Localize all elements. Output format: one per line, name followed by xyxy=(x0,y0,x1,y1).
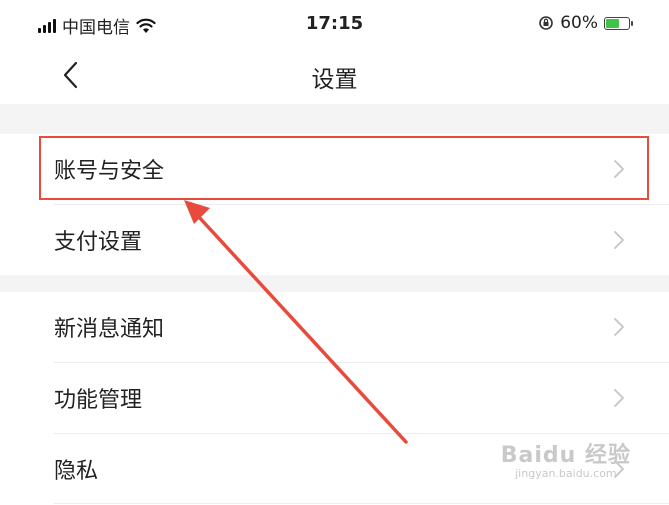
settings-item-label: 功能管理 xyxy=(54,388,143,413)
nav-bar: 设置 xyxy=(0,50,669,104)
watermark-url: jingyan.baidu.com xyxy=(515,467,617,480)
section-gap xyxy=(0,275,669,292)
settings-item-label: 账号与安全 xyxy=(54,159,165,184)
settings-item-notifications[interactable]: 新消息通知 xyxy=(0,292,669,362)
settings-item-label: 隐私 xyxy=(54,459,99,484)
settings-item-label: 支付设置 xyxy=(54,230,143,255)
chevron-right-icon xyxy=(609,388,629,408)
status-bar: 中国电信 17:15 60% xyxy=(0,0,669,50)
settings-item-features[interactable]: 功能管理 xyxy=(0,363,669,433)
chevron-right-icon xyxy=(609,317,629,337)
row-divider xyxy=(54,503,669,504)
settings-item-label: 新消息通知 xyxy=(54,317,165,342)
battery-percent: 60% xyxy=(560,13,598,33)
status-right: 60% xyxy=(538,13,633,33)
settings-item-account-security[interactable]: 账号与安全 xyxy=(0,134,669,204)
watermark-logo: Baidu 经验 xyxy=(500,443,631,468)
watermark: Baidu 经验 jingyan.baidu.com xyxy=(501,437,631,480)
battery-icon xyxy=(604,16,633,30)
rotation-lock-icon xyxy=(539,16,554,30)
chevron-right-icon xyxy=(609,159,629,179)
section-gap xyxy=(0,104,669,134)
page-title: 设置 xyxy=(311,67,358,93)
settings-item-payment[interactable]: 支付设置 xyxy=(0,205,669,275)
chevron-right-icon xyxy=(609,230,629,250)
